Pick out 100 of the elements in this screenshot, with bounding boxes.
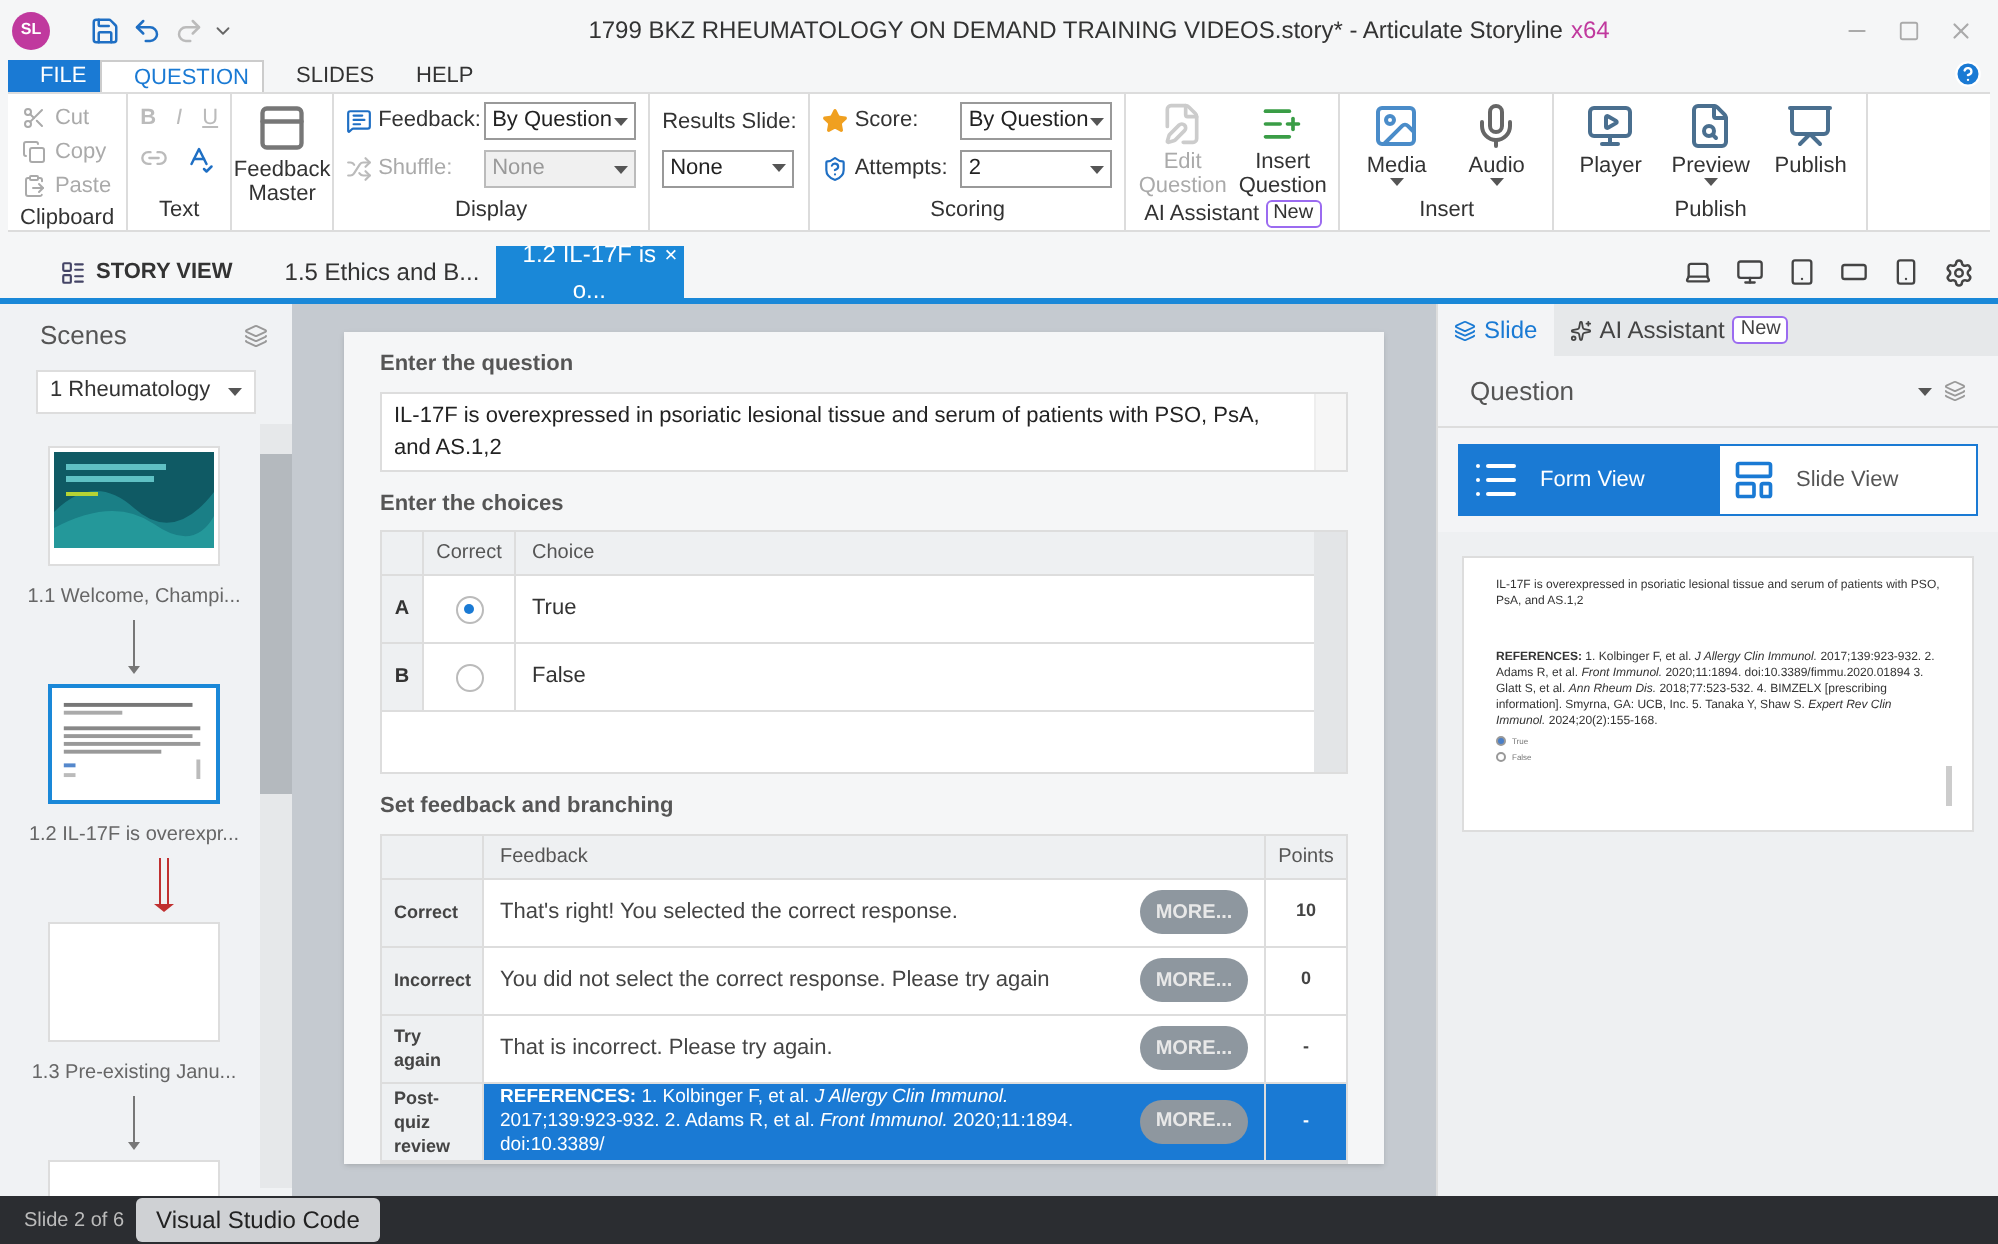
panel-title: Question xyxy=(1470,373,1575,410)
save-icon[interactable] xyxy=(90,15,120,45)
row-label: Post-quiz review xyxy=(382,1083,484,1159)
group-label: AI Assistant xyxy=(1144,200,1260,230)
scene-dropdown[interactable]: 1 Rheumatology xyxy=(36,369,256,413)
ribbon-button[interactable]: Media xyxy=(1352,102,1441,186)
slide-thumbnail[interactable] xyxy=(48,683,220,803)
tooltip: Visual Studio Code xyxy=(136,1198,380,1242)
slide-counter: Slide 2 of 6 xyxy=(24,1207,125,1235)
points-cell-text: - xyxy=(1301,1107,1311,1134)
slide-label: 1.2 IL-17F is overexpr... xyxy=(28,821,240,849)
feedback-row[interactable]: Post-quiz review REFERENCES: 1. Kolbinger F, et al. J Allergy Clin Immunol. 2017;139:923-932. 2. Adams R, et al. Front Immunol. 2020;11:1894. doi:10.3389/ MORE... - xyxy=(382,1083,1346,1161)
caret-icon xyxy=(1918,387,1932,395)
radio-button[interactable] xyxy=(455,595,483,623)
ribbon-button[interactable]: Audio xyxy=(1452,102,1541,186)
story-view-icon xyxy=(60,259,86,285)
group-label: Clipboard xyxy=(20,204,115,234)
caret-icon xyxy=(1703,178,1718,186)
feedback-row[interactable]: Try again That is incorrect. Please try again. MORE... - xyxy=(382,1015,1346,1083)
sparkle-icon xyxy=(1569,319,1592,341)
choice-text[interactable]: True xyxy=(516,576,593,642)
group-label: Publish xyxy=(1674,195,1747,225)
panel-tab[interactable]: Slide xyxy=(1438,304,1554,356)
group-label: Text xyxy=(158,195,200,225)
feedback-text: You did not select the correct response. Please try again xyxy=(500,965,1052,996)
feedback-text: That is incorrect. Please try again. xyxy=(500,1033,835,1064)
document-tab[interactable]: 1.5 Ethics and B... xyxy=(268,246,496,298)
help-icon[interactable] xyxy=(1954,60,1982,88)
image-icon xyxy=(1372,102,1421,150)
close-tab-icon[interactable]: × xyxy=(664,246,678,268)
caret-icon xyxy=(1090,165,1105,173)
field-label: Feedback: xyxy=(378,106,479,137)
field-label: Attempts: xyxy=(854,154,950,185)
tablet-icon[interactable] xyxy=(1788,258,1816,286)
scrollbar[interactable] xyxy=(1314,532,1346,772)
ribbon-button[interactable]: Insert Question xyxy=(1238,102,1327,198)
laptop-icon[interactable] xyxy=(1684,258,1712,286)
spellcheck-icon[interactable] xyxy=(184,143,215,173)
player-icon xyxy=(1586,102,1635,150)
ribbon-tab[interactable]: SLIDES xyxy=(264,60,384,92)
choice-text[interactable]: False xyxy=(516,644,602,710)
points-cell-text: - xyxy=(1301,1034,1311,1061)
document-tab[interactable]: STORY VIEW xyxy=(44,246,249,298)
group-label: Display xyxy=(455,195,528,225)
shield-icon xyxy=(822,156,849,182)
layers-icon xyxy=(1454,319,1476,341)
edition-label: x64 xyxy=(1570,14,1610,48)
field-label: Results Slide: xyxy=(662,108,797,138)
slide-label: 1.1 Welcome, Champi... xyxy=(27,583,241,611)
points-cell-text: 10 xyxy=(1293,898,1318,925)
feedback-row[interactable]: Incorrect You did not select the correct response. Please try again MORE... 0 xyxy=(382,947,1346,1015)
field-label: Shuffle: xyxy=(378,154,455,185)
new-badge: New xyxy=(1265,200,1322,229)
column-header: Choice xyxy=(530,540,597,568)
dropdown[interactable]: 2 xyxy=(960,150,1113,188)
panel-title: Scenes xyxy=(40,318,127,354)
question-field[interactable]: IL-17F is overexpressed in psoriatic lesional tissue and serum of patients with PSO, PsA, and AS.1,2 xyxy=(380,391,1348,471)
feedback-text: That's right! You selected the correct response. xyxy=(500,897,960,928)
caret-icon xyxy=(614,117,629,125)
scrollbar xyxy=(1946,766,1952,806)
row-label: Correct xyxy=(382,879,484,945)
column-header: Points xyxy=(1276,843,1336,871)
publish-icon xyxy=(1786,102,1835,150)
ribbon-button[interactable]: Preview xyxy=(1666,102,1755,186)
ribbon-tab[interactable]: QUESTION xyxy=(100,60,264,92)
layout-icon xyxy=(1732,458,1776,502)
radio-button[interactable] xyxy=(455,663,483,691)
ribbon-tab[interactable]: HELP xyxy=(384,60,504,92)
scissors-icon xyxy=(22,106,47,130)
dropdown[interactable]: By Question xyxy=(960,102,1113,140)
group-label: Scoring xyxy=(930,195,1005,225)
clipboard-icon xyxy=(22,174,47,198)
landscape-phone-icon[interactable] xyxy=(1840,258,1868,286)
dropdown[interactable]: None xyxy=(662,149,795,187)
view-toggle[interactable]: Form View xyxy=(1458,444,1718,516)
panel-tab[interactable]: AI Assistant New xyxy=(1553,304,1805,356)
caret-icon xyxy=(772,164,787,172)
star-icon xyxy=(822,108,849,134)
monitor-icon[interactable] xyxy=(1736,258,1764,286)
ribbon-button[interactable]: Player xyxy=(1566,102,1655,186)
view-toggle[interactable]: Slide View xyxy=(1718,444,1978,516)
copy-icon xyxy=(22,140,47,164)
caret-icon xyxy=(228,387,242,395)
row-letter: B xyxy=(382,644,424,710)
phone-icon[interactable] xyxy=(1892,258,1920,286)
row-letter: A xyxy=(382,576,424,642)
undo-icon[interactable] xyxy=(132,15,162,45)
dropdown[interactable]: By Question xyxy=(484,102,637,140)
section-heading: Enter the choices xyxy=(380,489,566,519)
master-icon xyxy=(256,102,309,154)
caret-icon xyxy=(1090,117,1105,125)
ribbon-tab[interactable]: FILE xyxy=(8,60,100,92)
ribbon-button[interactable]: Publish xyxy=(1766,102,1855,186)
section-heading: Set feedback and branching xyxy=(380,792,676,822)
feedback-row[interactable]: Correct That's right! You selected the correct response. MORE... 10 xyxy=(382,879,1346,947)
document-tab[interactable]: 1.2 IL-17F is o... × xyxy=(495,246,684,298)
settings-icon[interactable] xyxy=(1944,257,1974,287)
points-cell-text: 0 xyxy=(1298,966,1313,993)
scrollbar[interactable] xyxy=(260,423,292,1188)
column-header: Feedback xyxy=(484,835,1266,877)
